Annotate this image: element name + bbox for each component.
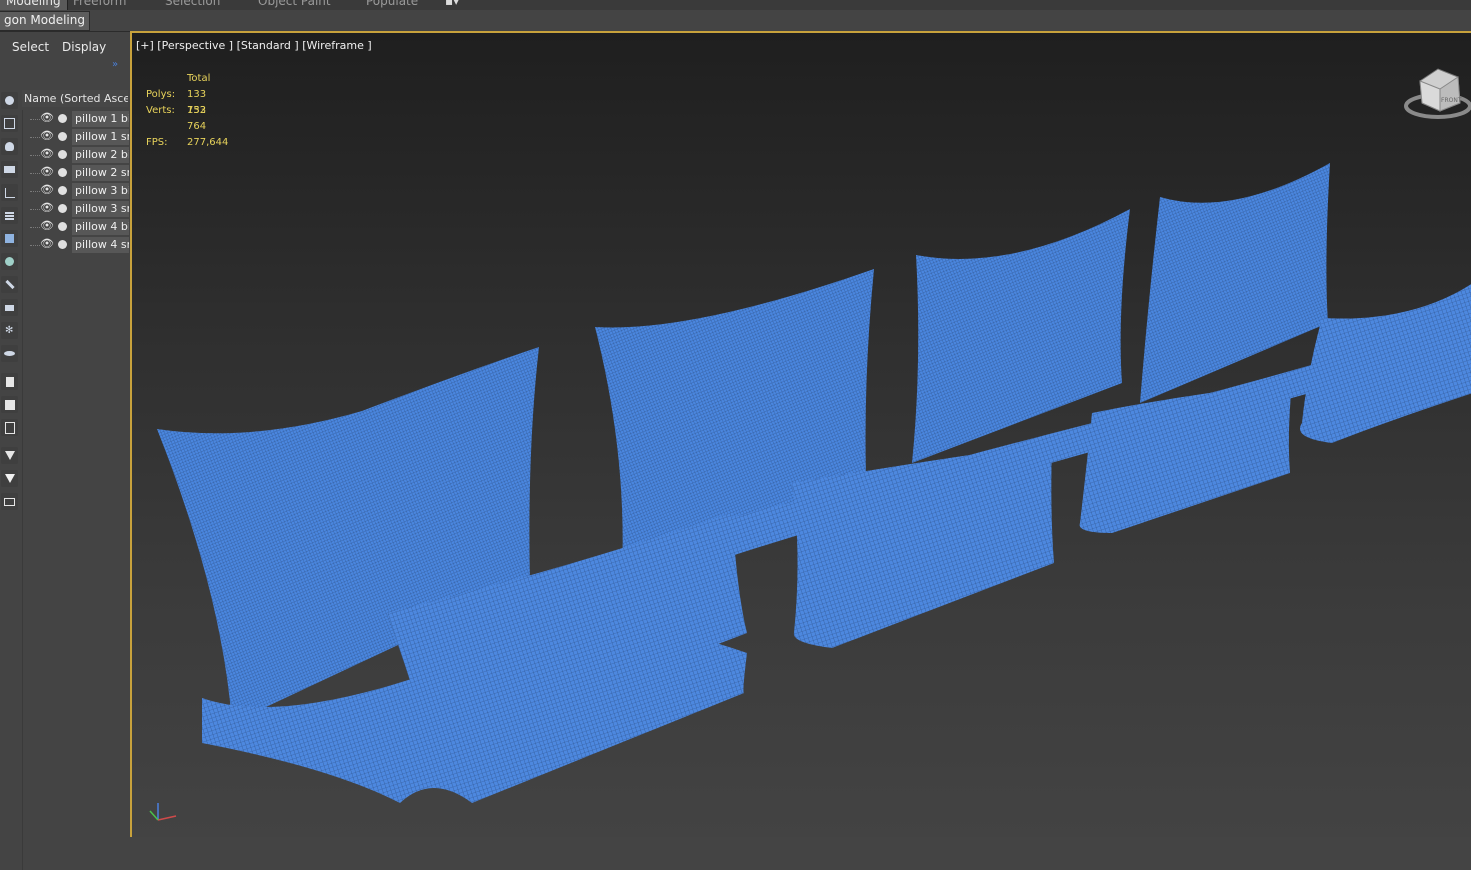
freeze-dot-icon[interactable]	[58, 150, 67, 159]
groups-icon[interactable]	[1, 230, 18, 247]
object-name[interactable]: pillow 1 small	[72, 129, 129, 145]
hidden-icon[interactable]	[1, 345, 18, 362]
freeze-dot-icon[interactable]	[58, 186, 67, 195]
helpers-icon[interactable]	[1, 184, 18, 201]
object-name[interactable]: pillow 4 small	[72, 237, 129, 253]
polygon-modeling-tab[interactable]: gon Modeling	[0, 11, 90, 31]
perspective-viewport[interactable]: FRONT [+] [Perspective ] [Standard ] [Wi…	[130, 31, 1471, 837]
layer-icon[interactable]	[1, 493, 18, 510]
freeze-dot-icon[interactable]	[58, 168, 67, 177]
tab-selection[interactable]: Selection	[165, 0, 220, 10]
list-item[interactable]: 👁 pillow 4 small	[22, 236, 129, 254]
freeze-dot-icon[interactable]	[58, 114, 67, 123]
lights-icon[interactable]	[1, 138, 18, 155]
visibility-eye-icon[interactable]: 👁	[40, 130, 54, 141]
expand-toolbar-icon[interactable]: »	[112, 59, 118, 70]
visibility-eye-icon[interactable]: 👁	[40, 202, 54, 213]
ribbon-options-icon[interactable]: ▪▾	[445, 0, 459, 10]
tab-freeform[interactable]: Freeform	[73, 0, 126, 10]
tab-populate[interactable]: Populate	[366, 0, 418, 10]
funnel-icon[interactable]	[1, 470, 18, 487]
scene-explorer: Select Display » ✻ Name (Sorted Ascendin…	[0, 32, 129, 870]
space-warps-icon[interactable]	[1, 207, 18, 224]
freeze-dot-icon[interactable]	[58, 132, 67, 141]
verts-value: 133 764	[187, 105, 207, 132]
object-name[interactable]: pillow 3 small	[72, 201, 129, 217]
none-icon[interactable]	[1, 396, 18, 413]
list-item[interactable]: 👁 pillow 2 small	[22, 164, 129, 182]
all-icon[interactable]	[1, 373, 18, 390]
viewcube[interactable]: FRONT	[1404, 68, 1471, 119]
fps-label: FPS:	[146, 137, 168, 148]
frozen-icon[interactable]: ✻	[1, 322, 18, 339]
filter-icon[interactable]	[1, 447, 18, 464]
bones-icon[interactable]	[1, 276, 18, 293]
visibility-eye-icon[interactable]: 👁	[40, 112, 54, 123]
list-item[interactable]: 👁 pillow 3 small	[22, 200, 129, 218]
menu-display[interactable]: Display	[62, 40, 106, 54]
column-header-name[interactable]: Name (Sorted Ascending)	[22, 90, 128, 107]
shapes-icon[interactable]	[1, 115, 18, 132]
freeze-dot-icon[interactable]	[58, 240, 67, 249]
object-name[interactable]: pillow 1 big	[72, 111, 129, 127]
list-item[interactable]: 👁 pillow 3 big	[22, 182, 129, 200]
viewport-label-menu[interactable]: [+] [Perspective ] [Standard ] [Wirefram…	[136, 39, 372, 52]
object-name[interactable]: pillow 2 big	[72, 147, 129, 163]
filter-toolbar: ✻	[0, 90, 20, 840]
invert-icon[interactable]	[1, 419, 18, 436]
list-item[interactable]: 👁 pillow 1 small	[22, 128, 129, 146]
visibility-eye-icon[interactable]: 👁	[40, 238, 54, 249]
tab-modeling[interactable]: Modeling	[0, 0, 68, 10]
object-name[interactable]: pillow 3 big	[72, 183, 129, 199]
containers-icon[interactable]	[1, 299, 18, 316]
list-item[interactable]: 👁 pillow 4 big	[22, 218, 129, 236]
explorer-menu: Select Display	[0, 32, 128, 62]
stats-header: Total	[187, 73, 211, 84]
object-name[interactable]: pillow 4 big	[72, 219, 129, 235]
cameras-icon[interactable]	[1, 161, 18, 178]
visibility-eye-icon[interactable]: 👁	[40, 166, 54, 177]
tab-object-paint[interactable]: Object Paint	[258, 0, 331, 10]
visibility-eye-icon[interactable]: 👁	[40, 220, 54, 231]
viewcube-label: FRONT	[1441, 97, 1462, 104]
list-item[interactable]: 👁 pillow 2 big	[22, 146, 129, 164]
wireframe-scene: FRONT	[149, 68, 1471, 821]
fps-value: 277,644	[187, 137, 229, 148]
verts-label: Verts:	[146, 105, 175, 116]
menu-select[interactable]: Select	[12, 40, 49, 54]
polys-label: Polys:	[146, 89, 176, 100]
list-item[interactable]: 👁 pillow 1 big	[22, 110, 129, 128]
object-name[interactable]: pillow 2 small	[72, 165, 129, 181]
ribbon-bar: gon Modeling	[0, 10, 1471, 32]
pillow-mesh[interactable]	[1140, 163, 1330, 403]
axis-gizmo	[149, 803, 177, 821]
freeze-dot-icon[interactable]	[58, 222, 67, 231]
visibility-eye-icon[interactable]: 👁	[40, 148, 54, 159]
geometry-icon[interactable]	[1, 92, 18, 109]
ribbon-tabs: Modeling Freeform Selection Object Paint…	[0, 0, 1471, 10]
visibility-eye-icon[interactable]: 👁	[40, 184, 54, 195]
scene-tree: 👁 pillow 1 big 👁 pillow 1 small 👁 pillow 2 …	[22, 110, 129, 254]
xrefs-icon[interactable]	[1, 253, 18, 270]
freeze-dot-icon[interactable]	[58, 204, 67, 213]
